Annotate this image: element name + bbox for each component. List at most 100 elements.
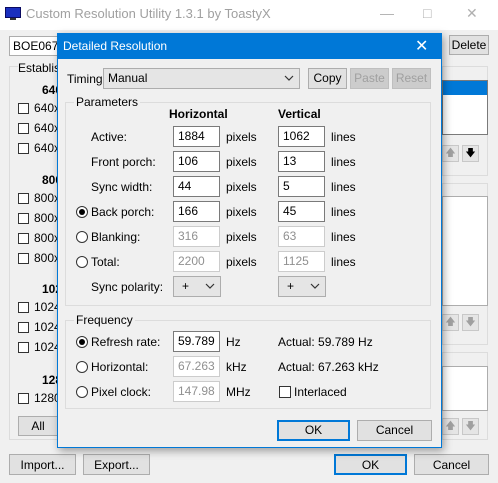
h-sync-width-input[interactable]: 44	[173, 176, 220, 197]
arrow-down-icon[interactable]: 🡇	[462, 314, 479, 331]
checkbox-1024-2[interactable]	[18, 322, 29, 333]
h-back-porch-input[interactable]: 166	[173, 201, 220, 222]
total-label: Total:	[91, 255, 120, 269]
import-button[interactable]: Import...	[9, 454, 76, 475]
checkbox-640-3[interactable]	[18, 143, 29, 154]
blanking-radio[interactable]	[76, 231, 88, 243]
checkbox-800-4[interactable]	[18, 253, 29, 264]
monitor-icon	[5, 7, 21, 24]
v-unit-label: lines	[331, 180, 356, 194]
dialog-titlebar: Detailed Resolution ✕	[58, 34, 441, 59]
dialog-ok-button[interactable]: OK	[277, 420, 350, 441]
minimize-icon[interactable]: —	[380, 5, 394, 21]
active-label: Active:	[91, 130, 128, 144]
delete-button[interactable]: Delete	[449, 35, 489, 55]
h-polarity-select[interactable]: +	[173, 276, 221, 297]
main-ok-button[interactable]: OK	[334, 454, 407, 475]
pixel-clock-input[interactable]: 147.98	[173, 381, 220, 402]
paste-button[interactable]: Paste	[350, 68, 389, 89]
detailed-list[interactable]	[442, 80, 488, 135]
interlaced-label: Interlaced	[294, 385, 347, 399]
close-icon[interactable]: ✕	[466, 5, 478, 22]
arrow-up-icon[interactable]: 🡅	[442, 314, 459, 331]
v-total-input[interactable]: 1125	[278, 251, 325, 272]
horizontal-header: Horizontal	[169, 107, 228, 121]
v-back-porch-input[interactable]: 45	[278, 201, 325, 222]
pixel-clock-label: Pixel clock:	[91, 385, 152, 399]
v-unit-label: lines	[331, 130, 356, 144]
refresh-rate-input[interactable]: 59.789	[173, 331, 220, 352]
h-total-input[interactable]: 2200	[173, 251, 220, 272]
horizontal-freq-input[interactable]: 67.263	[173, 356, 220, 377]
blanking-label: Blanking:	[91, 230, 141, 244]
timing-select-value: Manual	[108, 71, 148, 85]
sync-polarity-label: Sync polarity:	[91, 280, 164, 294]
h-polarity-value: +	[182, 279, 190, 293]
refresh-rate-label: Refresh rate:	[91, 335, 161, 349]
v-active-input[interactable]: 1062	[278, 126, 325, 147]
parameters-title: Parameters	[74, 95, 141, 109]
interlaced-checkbox[interactable]	[279, 386, 291, 398]
export-button[interactable]: Export...	[83, 454, 150, 475]
extension-list[interactable]	[442, 366, 488, 411]
v-unit-label: lines	[331, 205, 356, 219]
h-blanking-input[interactable]: 316	[173, 226, 220, 247]
close-icon[interactable]: ✕	[415, 36, 428, 56]
pixel-clock-radio[interactable]	[76, 386, 88, 398]
window-title: Custom Resolution Utility 1.3.1 by Toast…	[26, 6, 271, 21]
refresh-actual: Actual: 59.789 Hz	[278, 335, 373, 349]
chevron-down-icon	[310, 277, 320, 302]
arrow-down-icon[interactable]: 🡇	[462, 145, 479, 162]
h-front-porch-input[interactable]: 106	[173, 151, 220, 172]
checkbox-800-2[interactable]	[18, 213, 29, 224]
all-button[interactable]: All	[18, 416, 58, 436]
pixel-clock-unit: MHz	[226, 385, 251, 399]
dialog-cancel-button[interactable]: Cancel	[357, 420, 432, 441]
copy-button[interactable]: Copy	[308, 68, 347, 89]
dialog-title: Detailed Resolution	[63, 39, 168, 53]
arrow-up-icon[interactable]: 🡅	[442, 418, 459, 435]
checkbox-1024-1[interactable]	[18, 302, 29, 313]
vertical-header: Vertical	[278, 107, 321, 121]
horizontal-freq-label: Horizontal:	[91, 360, 149, 374]
main-titlebar: Custom Resolution Utility 1.3.1 by Toast…	[0, 0, 498, 30]
v-sync-width-input[interactable]: 5	[278, 176, 325, 197]
horizontal-freq-unit: kHz	[226, 360, 247, 374]
maximize-icon[interactable]: □	[423, 5, 431, 21]
sync-width-label: Sync width:	[91, 180, 153, 194]
frequency-title: Frequency	[74, 313, 135, 327]
horizontal-freq-radio[interactable]	[76, 361, 88, 373]
front-porch-label: Front porch:	[91, 155, 156, 169]
v-blanking-input[interactable]: 63	[278, 226, 325, 247]
h-unit-label: pixels	[226, 180, 257, 194]
checkbox-800-1[interactable]	[18, 193, 29, 204]
back-porch-label: Back porch:	[91, 205, 155, 219]
h-unit-label: pixels	[226, 130, 257, 144]
standard-list[interactable]	[442, 196, 488, 306]
checkbox-1280-1[interactable]	[18, 393, 29, 404]
v-polarity-select[interactable]: +	[278, 276, 326, 297]
timing-label: Timing:	[67, 72, 106, 86]
established-label: Establis	[18, 61, 61, 75]
checkbox-640-1[interactable]	[18, 103, 29, 114]
h-active-input[interactable]: 1884	[173, 126, 220, 147]
checkbox-800-3[interactable]	[18, 233, 29, 244]
v-polarity-value: +	[287, 279, 295, 293]
detailed-list-selected[interactable]	[443, 81, 487, 95]
detailed-resolution-dialog: Detailed Resolution ✕ Timing: Manual Cop…	[57, 33, 442, 448]
arrow-up-icon[interactable]: 🡅	[442, 145, 459, 162]
reset-button[interactable]: Reset	[392, 68, 431, 89]
timing-select[interactable]: Manual	[103, 68, 300, 89]
refresh-unit: Hz	[226, 335, 241, 349]
checkbox-1024-3[interactable]	[18, 342, 29, 353]
v-front-porch-input[interactable]: 13	[278, 151, 325, 172]
v-unit-label: lines	[331, 155, 356, 169]
h-unit-label: pixels	[226, 230, 257, 244]
back-porch-radio[interactable]	[76, 206, 88, 218]
checkbox-640-2[interactable]	[18, 123, 29, 134]
refresh-rate-radio[interactable]	[76, 336, 88, 348]
arrow-down-icon[interactable]: 🡇	[462, 418, 479, 435]
main-cancel-button[interactable]: Cancel	[414, 454, 489, 475]
total-radio[interactable]	[76, 256, 88, 268]
chevron-down-icon	[284, 69, 294, 94]
